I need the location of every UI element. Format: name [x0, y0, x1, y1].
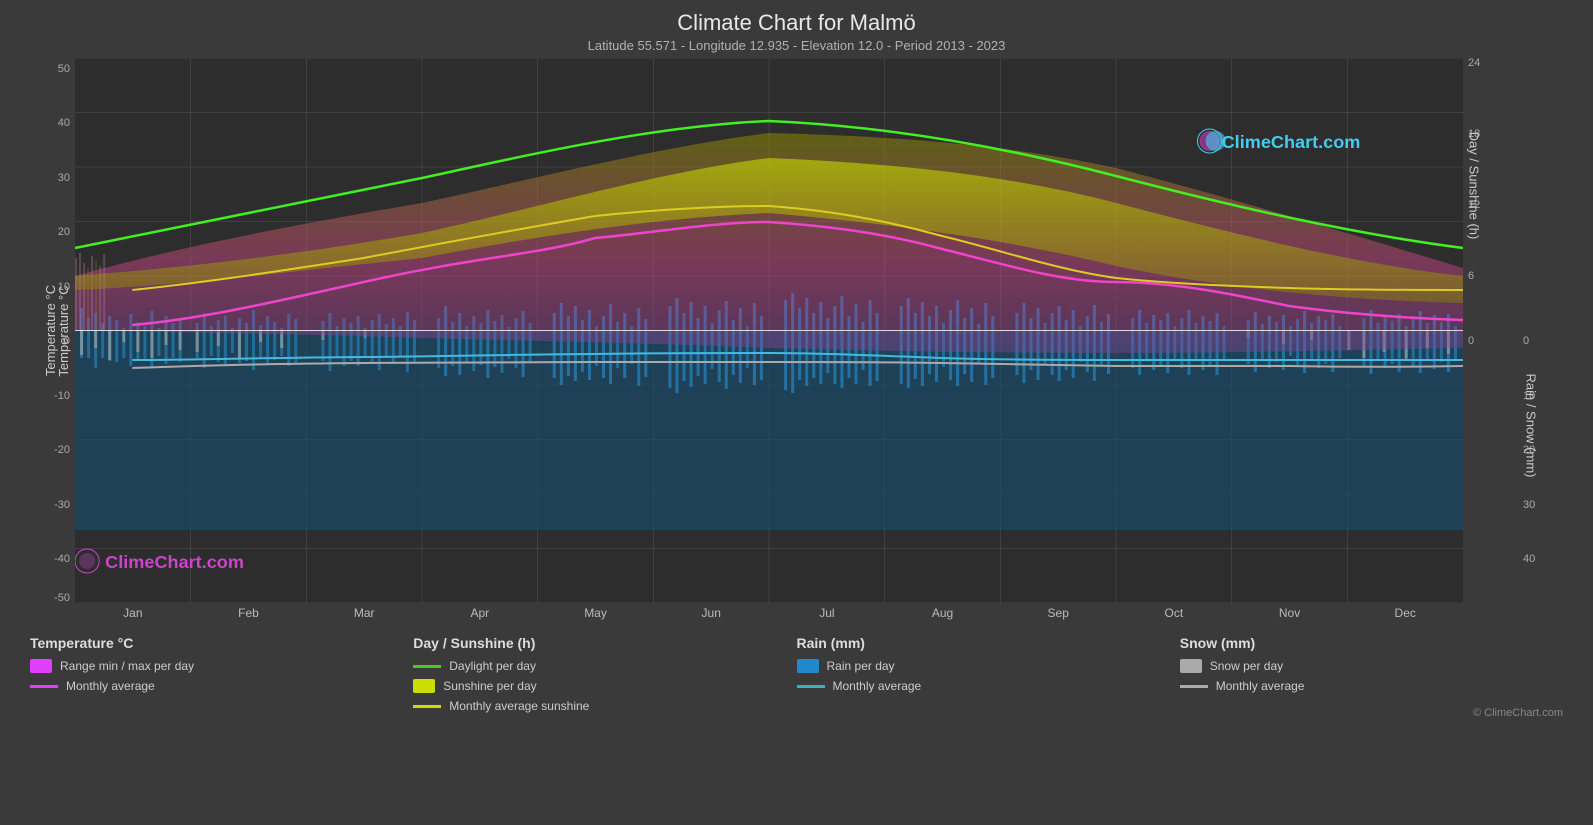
legend-title-sunshine: Day / Sunshine (h) [413, 635, 796, 651]
month-aug: Aug [885, 606, 1001, 620]
legend-swatch-range [30, 659, 52, 673]
legend-label-sunshine: Sunshine per day [443, 679, 536, 693]
legend-item-daylight: Daylight per day [413, 659, 796, 673]
copyright-container: © ClimeChart.com [1180, 703, 1563, 721]
legend-line-monthly-avg-snow [1180, 685, 1208, 688]
legend-section: Temperature °C Range min / max per day M… [20, 635, 1573, 721]
legend-label-monthly-avg-rain: Monthly average [833, 679, 922, 693]
legend-line-monthly-avg-sunshine [413, 705, 441, 708]
legend-item-monthly-avg-snow: Monthly average [1180, 679, 1563, 693]
legend-line-monthly-avg-temp [30, 685, 58, 688]
legend-title-temperature: Temperature °C [30, 635, 413, 651]
legend-line-daylight [413, 665, 441, 668]
month-labels-row: Jan Feb Mar Apr May Jun Jul Aug Sep Oct … [75, 606, 1463, 620]
legend-item-sunshine-per-day: Sunshine per day [413, 679, 796, 693]
legend-label-monthly-avg-snow: Monthly average [1216, 679, 1305, 693]
month-jan: Jan [75, 606, 191, 620]
copyright-text: © ClimeChart.com [1473, 707, 1563, 719]
month-jun: Jun [653, 606, 769, 620]
legend-line-monthly-avg-rain [797, 685, 825, 688]
chart-title: Climate Chart for Malmö [20, 10, 1573, 36]
legend-item-range: Range min / max per day [30, 659, 413, 673]
legend-label-daylight: Daylight per day [449, 659, 536, 673]
legend-swatch-snow [1180, 659, 1202, 673]
legend-label-range: Range min / max per day [60, 659, 194, 673]
chart-header: Climate Chart for Malmö Latitude 55.571 … [20, 10, 1573, 53]
legend-title-rain: Rain (mm) [797, 635, 1180, 651]
chart-plot-area: ClimeChart.com ClimeChart.com [75, 58, 1463, 603]
legend-col-sunshine: Day / Sunshine (h) Daylight per day Suns… [413, 635, 796, 721]
legend-item-monthly-avg-sunshine: Monthly average sunshine [413, 699, 796, 713]
legend-label-monthly-avg-sunshine: Monthly average sunshine [449, 699, 589, 713]
left-axis-label-container: Temperature °C [5, 60, 96, 600]
legend-label-monthly-avg-temp: Monthly average [66, 679, 155, 693]
main-container: Climate Chart for Malmö Latitude 55.571 … [0, 0, 1593, 825]
legend-swatch-sunshine [413, 679, 435, 693]
legend-col-temperature: Temperature °C Range min / max per day M… [30, 635, 413, 721]
legend-item-monthly-avg-temp: Monthly average [30, 679, 413, 693]
chart-subtitle: Latitude 55.571 - Longitude 12.935 - Ele… [20, 38, 1573, 53]
month-apr: Apr [422, 606, 538, 620]
legend-item-rain-per-day: Rain per day [797, 659, 1180, 673]
legend-title-snow: Snow (mm) [1180, 635, 1563, 651]
month-feb: Feb [191, 606, 307, 620]
legend-swatch-rain [797, 659, 819, 673]
month-dec: Dec [1347, 606, 1463, 620]
month-nov: Nov [1232, 606, 1348, 620]
right-axis-label-rain: Rain / Snow (mm) [1479, 300, 1583, 550]
legend-col-snow: Snow (mm) Snow per day Monthly average ©… [1180, 635, 1563, 721]
legend-label-rain: Rain per day [827, 659, 895, 673]
month-may: May [538, 606, 654, 620]
month-sep: Sep [1000, 606, 1116, 620]
right-axis-label-sunshine: Day / Sunshine (h) [1420, 60, 1528, 310]
legend-item-snow-per-day: Snow per day [1180, 659, 1563, 673]
svg-text:ClimeChart.com: ClimeChart.com [105, 552, 244, 572]
legend-col-rain: Rain (mm) Rain per day Monthly average [797, 635, 1180, 721]
legend-label-snow: Snow per day [1210, 659, 1283, 673]
month-jul: Jul [769, 606, 885, 620]
chart-svg: ClimeChart.com ClimeChart.com [75, 58, 1463, 603]
svg-text:ClimeChart.com: ClimeChart.com [1222, 132, 1361, 152]
y-tick-r-0: 0 [1468, 335, 1474, 347]
legend-item-monthly-avg-rain: Monthly average [797, 679, 1180, 693]
month-oct: Oct [1116, 606, 1232, 620]
y-tick-r2-40: 40 [1523, 553, 1535, 565]
month-mar: Mar [306, 606, 422, 620]
